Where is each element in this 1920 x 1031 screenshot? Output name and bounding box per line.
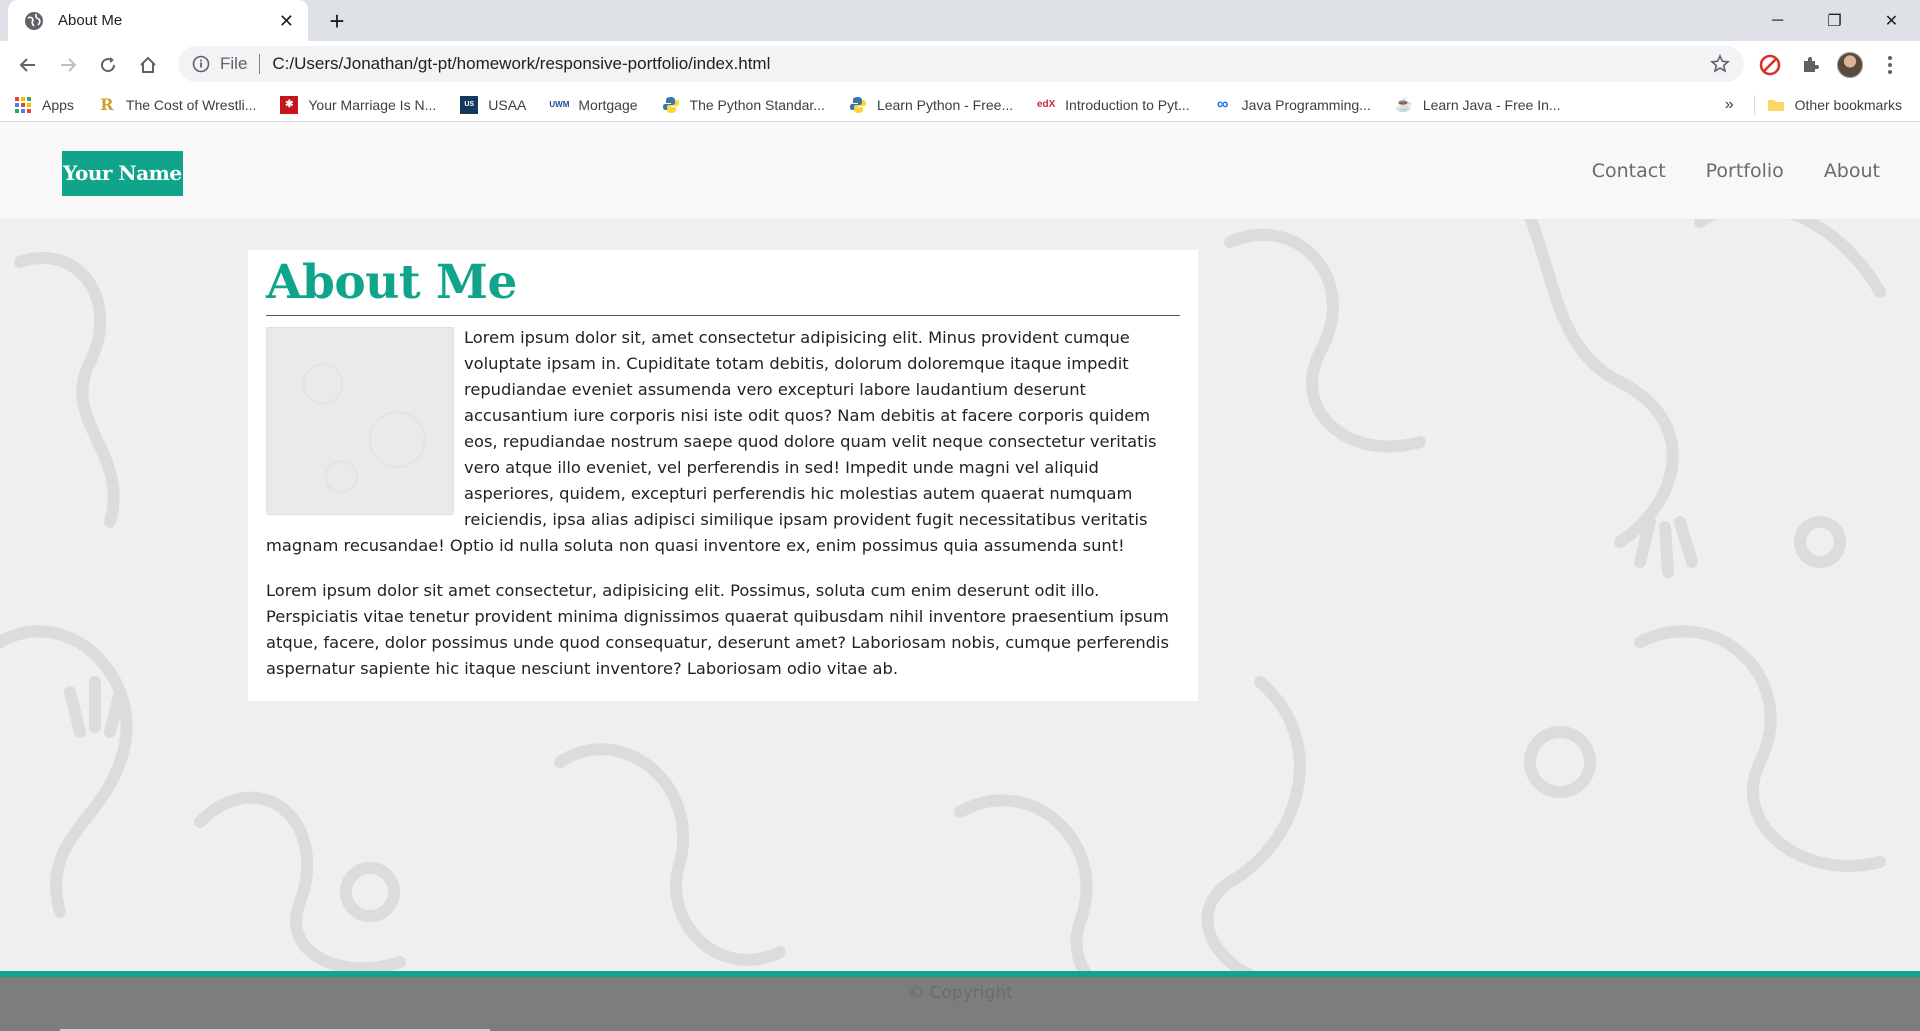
- nav-link-about[interactable]: About: [1824, 160, 1880, 182]
- extensions-area: [1750, 41, 1920, 88]
- site-logo[interactable]: Your Name: [62, 151, 183, 196]
- bookmark-label: Learn Python - Free...: [876, 96, 1014, 113]
- site-header: Your Name Contact Portfolio About: [0, 122, 1920, 219]
- bookmark-item[interactable]: The Python Standar...: [662, 96, 825, 114]
- bookmark-item[interactable]: edX Introduction to Pyt...: [1037, 96, 1190, 114]
- url-divider: [259, 54, 261, 74]
- bookmark-item[interactable]: US USAA: [460, 95, 527, 114]
- home-button[interactable]: [128, 45, 168, 85]
- url-scheme: File: [220, 54, 248, 73]
- bookmark-item[interactable]: UWM Mortgage: [549, 96, 638, 114]
- about-paragraph-2: Lorem ipsum dolor sit amet consectetur, …: [266, 581, 1169, 678]
- bookmark-label: Apps: [42, 96, 74, 113]
- active-tab[interactable]: About Me ✕: [8, 0, 308, 41]
- apps-grid-icon: [15, 96, 31, 113]
- minimize-button[interactable]: ─: [1749, 0, 1806, 41]
- home-icon: [140, 56, 156, 73]
- profile-photo-placeholder: [266, 327, 454, 515]
- extensions-button[interactable]: [1790, 45, 1830, 85]
- profile-button[interactable]: [1830, 45, 1870, 85]
- page-title: About Me: [266, 255, 517, 310]
- nav-link-contact[interactable]: Contact: [1592, 160, 1666, 182]
- about-card: About Me Lorem ipsum dolor sit, amet con…: [248, 250, 1198, 701]
- reload-icon: [101, 56, 116, 72]
- kebab-menu-icon: [1888, 55, 1892, 74]
- restore-button[interactable]: ❐: [1806, 0, 1863, 41]
- python-icon: [849, 96, 866, 113]
- bookmarks-bar: Apps R The Cost of Wrestli... ✱ Your Mar…: [0, 88, 1920, 122]
- address-bar[interactable]: File C:/Users/Jonathan/gt-pt/homework/re…: [178, 46, 1744, 82]
- bookmark-label: Your Marriage Is N...: [308, 96, 437, 113]
- edx-icon: edX: [1036, 99, 1056, 110]
- java-icon: ☕: [1395, 96, 1413, 112]
- other-bookmarks-folder[interactable]: Other bookmarks: [1767, 96, 1902, 114]
- bookmark-label: Introduction to Pyt...: [1065, 96, 1190, 113]
- r-logo-icon: R: [100, 95, 114, 114]
- site-nav: Contact Portfolio About: [1552, 122, 1880, 219]
- back-button[interactable]: [8, 45, 48, 85]
- bookmarks-divider: [1753, 95, 1755, 115]
- copyright-text: © Copyright: [907, 983, 1013, 1003]
- reload-button[interactable]: [88, 45, 128, 85]
- browser-toolbar: File C:/Users/Jonathan/gt-pt/homework/re…: [0, 41, 1920, 88]
- heading-divider: [266, 315, 1180, 316]
- bookmark-item[interactable]: Learn Python - Free...: [849, 96, 1013, 114]
- globe-icon: [25, 11, 43, 30]
- new-tab-button[interactable]: +: [322, 6, 352, 36]
- window-controls: ─ ❐ ✕: [1749, 0, 1920, 41]
- bookmark-item[interactable]: ✱ Your Marriage Is N...: [280, 95, 437, 114]
- bookmark-label: Other bookmarks: [1794, 97, 1902, 113]
- bookmark-label: USAA: [488, 96, 527, 113]
- avatar: [1837, 51, 1863, 78]
- tab-title: About Me: [58, 12, 123, 29]
- uwm-icon: UWM: [549, 100, 570, 109]
- nav-link-portfolio[interactable]: Portfolio: [1706, 160, 1784, 182]
- tab-close-icon[interactable]: ✕: [279, 12, 294, 30]
- info-icon[interactable]: [192, 55, 210, 73]
- bookmark-label: The Python Standar...: [689, 96, 825, 113]
- bookmark-item[interactable]: R The Cost of Wrestli...: [98, 95, 257, 114]
- bookmark-label: Java Programming...: [1241, 96, 1371, 113]
- tab-strip: About Me ✕ + ─ ❐ ✕: [0, 0, 1920, 41]
- infinity-icon: ∞: [1216, 95, 1229, 113]
- no-ads-icon: [1759, 54, 1781, 75]
- bookmark-item[interactable]: ☕ Learn Java - Free In...: [1395, 96, 1561, 114]
- close-window-button[interactable]: ✕: [1863, 0, 1920, 41]
- bookmark-label: Mortgage: [578, 96, 638, 113]
- bookmark-item[interactable]: ∞ Java Programming...: [1214, 96, 1371, 114]
- bookmark-star-icon[interactable]: [1710, 54, 1730, 74]
- bookmark-label: The Cost of Wrestli...: [125, 96, 257, 113]
- back-arrow-icon: [19, 57, 35, 72]
- bookmark-apps[interactable]: Apps: [14, 96, 74, 114]
- forward-button[interactable]: [48, 45, 88, 85]
- python-icon: [662, 96, 679, 113]
- puzzle-piece-icon: [1804, 56, 1819, 72]
- forward-arrow-icon: [61, 57, 77, 72]
- usaa-icon: US: [460, 95, 479, 114]
- adblock-extension-button[interactable]: [1750, 45, 1790, 85]
- bookmarks-overflow-button[interactable]: »: [1725, 96, 1734, 114]
- bookmark-label: Learn Java - Free In...: [1422, 96, 1561, 113]
- page-viewport: Your Name Contact Portfolio About About …: [0, 122, 1920, 1031]
- url-text[interactable]: C:/Users/Jonathan/gt-pt/homework/respons…: [272, 54, 1710, 74]
- site-footer: © Copyright: [0, 971, 1920, 1031]
- bookmarks-right: » Other bookmarks: [1725, 88, 1902, 122]
- menu-button[interactable]: [1870, 45, 1910, 85]
- red-square-icon: ✱: [280, 95, 299, 114]
- folder-icon: [1767, 100, 1784, 111]
